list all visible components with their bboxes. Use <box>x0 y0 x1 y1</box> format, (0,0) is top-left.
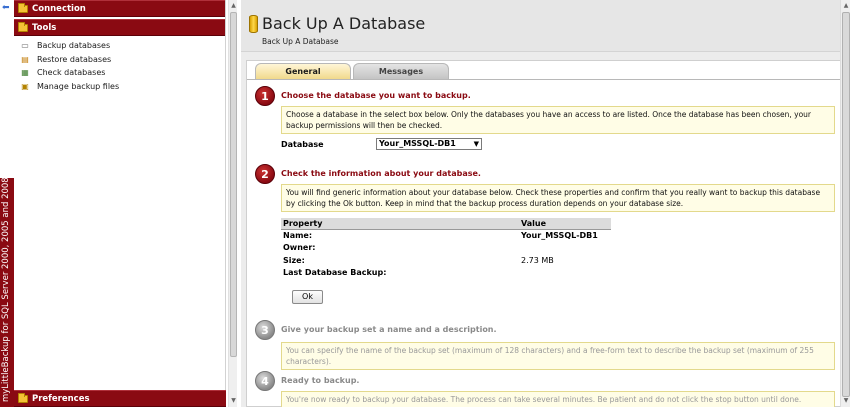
step-number-badge: 3 <box>255 320 275 340</box>
scroll-up-icon[interactable]: ▲ <box>230 2 237 10</box>
step-number-badge: 1 <box>255 86 275 106</box>
table-row: Name: Your_MSSQL-DB1 <box>281 229 611 242</box>
property-value: 2.73 MB <box>521 255 554 265</box>
folder-icon <box>18 21 28 32</box>
sidebar-item-manage-backup-files[interactable]: ▣ Manage backup files <box>14 80 225 94</box>
ok-button[interactable]: Ok <box>292 290 323 304</box>
sidebar-scrollbar[interactable]: ▲ ▼ <box>228 0 237 407</box>
sidebar-item-check-databases[interactable]: ▦ Check databases <box>14 66 225 80</box>
column-header: Value <box>519 218 611 230</box>
scrollbar-thumb[interactable] <box>842 12 850 397</box>
step-description: You will find generic information about … <box>281 184 835 212</box>
tab-messages[interactable]: Messages <box>353 63 449 79</box>
scroll-down-icon[interactable]: ▼ <box>230 397 237 405</box>
table-header-row: Property Value <box>281 218 611 230</box>
sidebar-item-label: Restore databases <box>37 54 112 64</box>
database-select[interactable]: Your_MSSQL-DB1 ▼ <box>376 138 482 150</box>
back-arrow-icon[interactable]: ⬅ <box>2 4 12 13</box>
database-select-value: Your_MSSQL-DB1 <box>379 139 456 148</box>
title-bar: Back Up A Database Back Up A Database <box>241 0 850 52</box>
properties-table: Property Value Name: Your_MSSQL-DB1 Owne… <box>281 218 611 279</box>
folder-icon <box>18 2 28 13</box>
sidebar-item-label: Manage backup files <box>37 81 120 91</box>
section-label: Tools <box>32 22 57 33</box>
step-description: You can specify the name of the backup s… <box>281 342 835 370</box>
step-description: Choose a database in the select box belo… <box>281 106 835 134</box>
tab-panel: General Messages 1 Choose the database y… <box>246 60 846 407</box>
table-row: Owner: <box>281 242 611 255</box>
step-title: Ready to backup. <box>281 376 360 385</box>
table-row: Last Database Backup: <box>281 267 611 280</box>
files-icon: ▣ <box>21 81 29 91</box>
tab-general[interactable]: General <box>255 63 351 79</box>
breadcrumb: Back Up A Database <box>262 37 339 46</box>
vertical-strip: ⬅ myLittleBackup for SQL Server 2000, 20… <box>0 0 14 407</box>
property-name: Name: <box>283 231 313 240</box>
property-value <box>519 242 611 255</box>
sidebar-section-tools[interactable]: Tools <box>14 19 225 36</box>
step-number-badge: 2 <box>255 164 275 184</box>
scroll-down-icon[interactable]: ▼ <box>842 397 850 405</box>
property-value <box>519 267 611 280</box>
database-icon <box>249 15 258 33</box>
tab-divider <box>247 79 845 80</box>
step-description: You're now ready to backup your database… <box>281 391 835 407</box>
sidebar-section-preferences[interactable]: Preferences <box>14 390 226 407</box>
step-title: Give your backup set a name and a descri… <box>281 325 497 334</box>
property-name: Last Database Backup: <box>283 268 387 278</box>
sidebar-item-label: Check databases <box>37 68 106 78</box>
sidebar-item-label: Backup databases <box>37 41 111 51</box>
sidebar-item-restore-databases[interactable]: ▤ Restore databases <box>14 53 225 67</box>
property-name: Owner: <box>283 243 316 253</box>
database-label: Database <box>281 140 324 149</box>
backup-drive-icon: ▭ <box>21 41 29 51</box>
step-number-badge: 4 <box>255 371 275 391</box>
scroll-up-icon[interactable]: ▲ <box>842 2 850 10</box>
chevron-down-icon: ▼ <box>473 140 479 148</box>
sidebar: Connection Tools ▭ Backup databases ▤ Re… <box>14 0 226 407</box>
restore-icon: ▤ <box>21 54 29 64</box>
column-header: Property <box>281 218 519 230</box>
section-label: Connection <box>32 3 86 14</box>
main-scrollbar[interactable]: ▲ ▼ <box>840 0 850 407</box>
sidebar-tools-list: ▭ Backup databases ▤ Restore databases ▦… <box>14 36 225 93</box>
folder-icon <box>18 392 28 403</box>
sidebar-item-backup-databases[interactable]: ▭ Backup databases <box>14 39 225 53</box>
page-title: Back Up A Database <box>262 14 426 33</box>
table-row: Size: 2.73 MB <box>281 254 611 267</box>
main-content: Back Up A Database Back Up A Database Ge… <box>241 0 850 407</box>
section-label: Preferences <box>32 393 90 404</box>
scrollbar-thumb[interactable] <box>230 12 237 357</box>
tab-bar: General Messages <box>255 63 451 79</box>
step-title: Check the information about your databas… <box>281 169 481 178</box>
step-title: Choose the database you want to backup. <box>281 91 471 100</box>
sidebar-section-connection[interactable]: Connection <box>14 0 225 17</box>
check-icon: ▦ <box>21 68 29 78</box>
vertical-app-title: myLittleBackup for SQL Server 2000, 2005… <box>1 177 11 402</box>
property-name: Size: <box>283 255 305 265</box>
property-value: Your_MSSQL-DB1 <box>521 231 598 240</box>
